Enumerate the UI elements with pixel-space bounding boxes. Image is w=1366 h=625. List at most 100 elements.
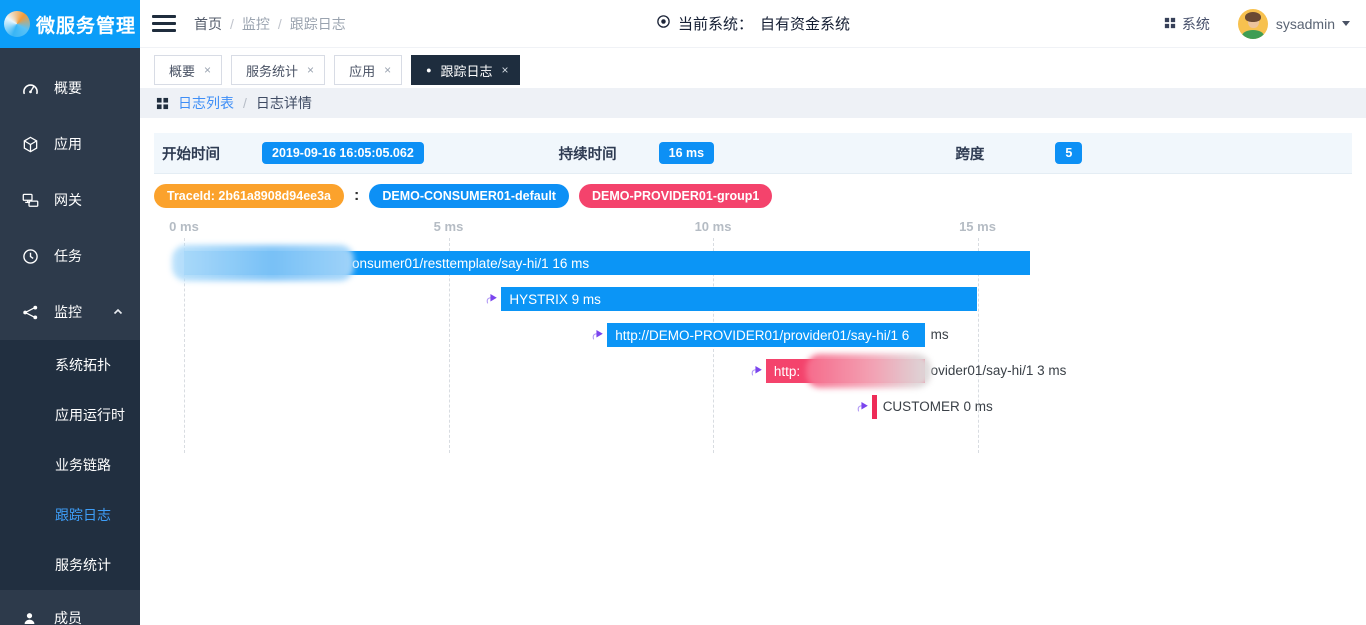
tick-label: 0 ms [169, 219, 199, 234]
active-dot-icon: ● [426, 66, 431, 75]
redaction-blur [806, 354, 931, 388]
sidebar-subitem[interactable]: 应用运行时 [0, 390, 140, 440]
header-right: 系统 sysadmin [1164, 9, 1350, 39]
info-field: 持续时间16 ms [559, 142, 956, 164]
trace-span-bar[interactable]: onsumer01/resttemplate/say-hi/1 16 ms [184, 251, 1030, 275]
system-menu[interactable]: 系统 [1164, 14, 1210, 34]
grid-icon [1164, 16, 1176, 32]
tab-item[interactable]: 应用 × [334, 55, 402, 85]
main-column: 首页/监控/跟踪日志 当前系统： 自有资金系统 系统 sysadmin 概要×服… [140, 0, 1366, 625]
tab-bar: 概要 × 服务统计 × 应用 × ● 跟踪日志 × [140, 48, 1366, 88]
gateway-icon [22, 192, 40, 209]
sidebar-item[interactable]: 网关 [0, 172, 140, 228]
tick-label: 10 ms [695, 219, 732, 234]
breadcrumb-item[interactable]: 监控 [242, 14, 270, 34]
span-after-label: CUSTOMER 0 ms [883, 395, 993, 419]
sidebar-submenu: 系统拓扑应用运行时业务链路跟踪日志服务统计 [0, 340, 140, 590]
info-field: 开始时间2019-09-16 16:05:05.062 [162, 142, 559, 164]
info-field-label: 跨度 [955, 143, 1055, 164]
chevron-up-icon [112, 306, 124, 318]
trace-id-badge: TraceId: 2b61a8908d94ee3a [154, 184, 344, 208]
sidebar-item[interactable]: 成员 [0, 590, 140, 625]
current-system: 当前系统： 自有资金系统 [656, 13, 850, 34]
breadcrumb-item[interactable]: 跟踪日志 [290, 14, 346, 34]
sidebar-subitem[interactable]: 跟踪日志 [0, 490, 140, 540]
sidebar-item[interactable]: 概要 [0, 60, 140, 116]
sidebar-subitem[interactable]: 系统拓扑 [0, 340, 140, 390]
breadcrumb-log-list-link[interactable]: 日志列表 [178, 93, 234, 113]
grid-icon [156, 97, 169, 110]
tab-item[interactable]: 服务统计 × [231, 55, 325, 85]
page-breadcrumb-bar: 日志列表 / 日志详情 [140, 88, 1366, 118]
span-arrow-icon [750, 363, 765, 378]
info-field-label: 开始时间 [162, 143, 262, 164]
sidebar-item[interactable]: 任务 [0, 228, 140, 284]
breadcrumb-separator: / [230, 16, 234, 32]
trace-span-bar[interactable]: HYSTRIX 9 ms [501, 287, 977, 311]
redaction-blur [172, 245, 354, 281]
tab-active[interactable]: ● 跟踪日志 × [411, 55, 519, 85]
info-field-value-badge: 16 ms [659, 142, 714, 164]
top-header: 首页 / 监控 / 跟踪日志 当前系统： 自有资金系统 系统 sysadmin [140, 0, 1366, 48]
content-area: 开始时间2019-09-16 16:05:05.062持续时间16 ms跨度5 … [140, 118, 1366, 625]
app-logo[interactable]: 微服务管理 [0, 0, 140, 48]
info-field-label: 持续时间 [559, 143, 659, 164]
sidebar-item-label: 网关 [54, 190, 82, 210]
badge-separator: : [354, 187, 359, 205]
system-menu-label: 系统 [1182, 14, 1210, 34]
trace-info-band: 开始时间2019-09-16 16:05:05.062持续时间16 ms跨度5 [154, 133, 1352, 174]
span-arrow-icon [856, 399, 871, 414]
span-after-label: ms [931, 323, 949, 347]
breadcrumb-separator: / [278, 16, 282, 32]
username[interactable]: sysadmin [1276, 16, 1335, 32]
breadcrumb-item[interactable]: 首页 [194, 14, 222, 34]
service-badge[interactable]: DEMO-CONSUMER01-default [369, 184, 569, 208]
span-bar-label: http: [766, 364, 800, 379]
tab-label: 服务统计 [246, 61, 298, 80]
tab-label: 跟踪日志 [441, 61, 493, 80]
span-arrow-icon [591, 327, 606, 342]
logo-text: 微服务管理 [36, 11, 136, 38]
breadcrumb-log-detail: 日志详情 [256, 93, 312, 113]
span-bar-label: HYSTRIX 9 ms [501, 292, 601, 307]
close-icon[interactable]: × [502, 63, 509, 77]
sidebar-item-label: 成员 [54, 608, 82, 625]
sidebar-item[interactable]: 监控 [0, 284, 140, 340]
target-icon [656, 14, 671, 33]
tab-label: 应用 [349, 61, 375, 80]
app-window: 微服务管理 概要应用网关任务监控系统拓扑应用运行时业务链路跟踪日志服务统计成员 … [0, 0, 1366, 625]
caret-down-icon[interactable] [1342, 21, 1350, 26]
share-icon [22, 304, 40, 321]
trace-span-bar[interactable] [872, 395, 877, 419]
span-after-label: ovider01/say-hi/1 3 ms [931, 359, 1067, 383]
sidebar-item-label: 应用 [54, 134, 82, 154]
close-icon[interactable]: × [307, 63, 314, 77]
sidebar: 微服务管理 概要应用网关任务监控系统拓扑应用运行时业务链路跟踪日志服务统计成员 [0, 0, 140, 625]
user-icon [22, 611, 40, 625]
info-field-value-badge: 5 [1055, 142, 1082, 164]
current-system-value: 自有资金系统 [760, 13, 850, 34]
service-badge[interactable]: DEMO-PROVIDER01-group1 [579, 184, 772, 208]
sidebar-item-label: 概要 [54, 78, 82, 98]
header-breadcrumb: 首页 / 监控 / 跟踪日志 [194, 14, 346, 34]
span-bar-label: http://DEMO-PROVIDER01/provider01/say-hi… [607, 328, 909, 343]
hamburger-menu-icon[interactable] [152, 11, 176, 36]
avatar[interactable] [1238, 9, 1268, 39]
trace-span-bar[interactable]: http: [766, 359, 925, 383]
sidebar-item[interactable]: 应用 [0, 116, 140, 172]
sidebar-subitem[interactable]: 服务统计 [0, 540, 140, 590]
close-icon[interactable]: × [204, 63, 211, 77]
cube-icon [22, 136, 40, 153]
sidebar-subitem[interactable]: 业务链路 [0, 440, 140, 490]
logo-swirl-icon [4, 11, 30, 37]
tick-label: 15 ms [959, 219, 996, 234]
sidebar-item-label: 监控 [54, 302, 82, 322]
tab-label: 概要 [169, 61, 195, 80]
span-bar-label: onsumer01/resttemplate/say-hi/1 16 ms [344, 256, 589, 271]
tab-item[interactable]: 概要 × [154, 55, 222, 85]
gauge-icon [22, 80, 40, 97]
close-icon[interactable]: × [384, 63, 391, 77]
breadcrumb-separator: / [243, 95, 247, 111]
trace-span-bar[interactable]: http://DEMO-PROVIDER01/provider01/say-hi… [607, 323, 924, 347]
clock-icon [22, 248, 40, 265]
